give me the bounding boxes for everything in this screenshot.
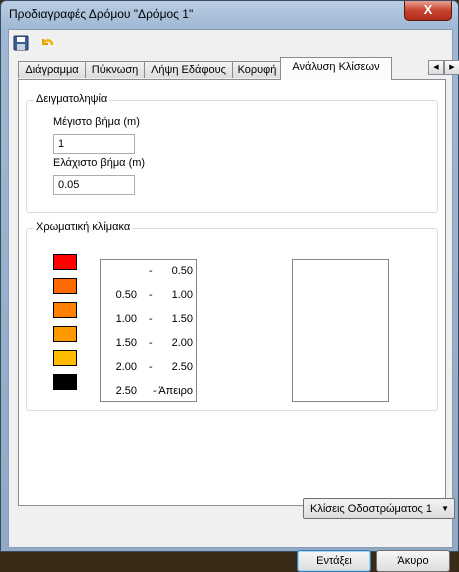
tab-label: Διάγραμμα [25,64,79,76]
sampling-group-title: Δειγματοληψία [34,93,110,105]
range-from: 1.00 [115,313,137,325]
color-swatch[interactable] [53,254,77,270]
arrow-left-icon: ◀ [433,64,439,71]
title-bar[interactable]: Προδιαγραφές Δρόμου "Δρόμος 1" [1,1,458,27]
close-icon: X [423,2,433,17]
dialog-window: Προδιαγραφές Δρόμου "Δρόμος 1" X Διάγραμ… [0,0,459,572]
cancel-button[interactable]: Άκυρο [376,550,450,572]
range-row: 2.50 - Άπειρο [101,385,197,399]
range-row: 1.00 - 1.50 [101,313,197,327]
color-swatch[interactable] [53,278,77,294]
range-from: 2.00 [115,361,137,373]
range-row: 0.50 - 1.00 [101,289,197,303]
color-scale-group-title: Χρωματική κλίμακα [34,221,133,233]
save-icon[interactable] [13,35,29,51]
range-row: - 0.50 [101,265,197,279]
undo-icon[interactable] [39,35,55,51]
range-from: 1.50 [115,337,137,349]
range-from: 0.50 [115,289,137,301]
range-to: 0.50 [171,265,193,277]
tab-scroll-right-button[interactable]: ▶ [444,60,459,75]
color-preview-box [292,259,389,402]
max-step-input[interactable]: 1 [53,134,135,154]
tab-scroll-left-button[interactable]: ◀ [428,60,444,75]
tab-slope-analysis[interactable]: Ανάλυση Κλίσεων [280,57,392,80]
close-button[interactable]: X [404,1,452,21]
tab-ground-capture[interactable]: Λήψη Εδάφους [144,61,233,78]
range-row: 1.50 - 2.00 [101,337,197,351]
range-dash: - [153,385,157,397]
min-step-label: Ελάχιστο βήμα (m) [53,157,146,169]
range-dash: - [149,337,153,349]
color-swatch[interactable] [53,350,77,366]
range-to: 1.50 [171,313,193,325]
range-row: 2.00 - 2.50 [101,361,197,375]
chevron-down-icon: ▼ [441,504,449,513]
tab-label: Ανάλυση Κλίσεων [292,61,380,73]
tab-label: Κορυφή [237,64,277,76]
arrow-right-icon: ▶ [449,64,455,71]
range-to: 1.00 [171,289,193,301]
sampling-group: Δειγματοληψία Μέγιστο βήμα (m) 1 Ελάχιστ… [26,93,438,213]
color-swatch[interactable] [53,374,77,390]
tab-label: Λήψη Εδάφους [151,64,226,76]
max-step-label: Μέγιστο βήμα (m) [53,116,140,128]
dialog-client-area: Διάγραμμα Πύκνωση Λήψη Εδάφους Κορυφή Αν… [8,29,459,572]
tab-label: Πύκνωση [91,64,139,76]
tab-diagram[interactable]: Διάγραμμα [18,61,86,78]
range-from: 2.50 [115,385,137,397]
tab-densification[interactable]: Πύκνωση [85,61,145,78]
min-step-input[interactable]: 0.05 [53,175,135,195]
range-to: 2.00 [171,337,193,349]
window-title: Προδιαγραφές Δρόμου "Δρόμος 1" [9,7,194,21]
range-dash: - [149,289,153,301]
range-to: 2.50 [171,361,193,373]
tab-strip: Διάγραμμα Πύκνωση Λήψη Εδάφους Κορυφή Αν… [18,57,428,80]
color-scale-group: Χρωματική κλίμακα - 0.50 0.50 - 1.00 1.0… [26,221,438,411]
range-list[interactable]: - 0.50 0.50 - 1.00 1.00 - 1.50 1.50 - 2.… [100,259,197,402]
layer-select-value: Κλίσεις Οδοστρώματος 1 [310,503,433,515]
tab-peak[interactable]: Κορυφή [232,61,282,78]
ok-button[interactable]: Εντάξει [297,550,371,572]
color-swatch[interactable] [53,326,77,342]
range-dash: - [149,361,153,373]
color-swatch[interactable] [53,302,77,318]
tab-panel: Δειγματοληψία Μέγιστο βήμα (m) 1 Ελάχιστ… [18,79,455,519]
range-to: Άπειρο [158,385,193,397]
layer-select[interactable]: Κλίσεις Οδοστρώματος 1 ▼ [303,498,455,519]
range-dash: - [149,313,153,325]
range-dash: - [149,265,153,277]
